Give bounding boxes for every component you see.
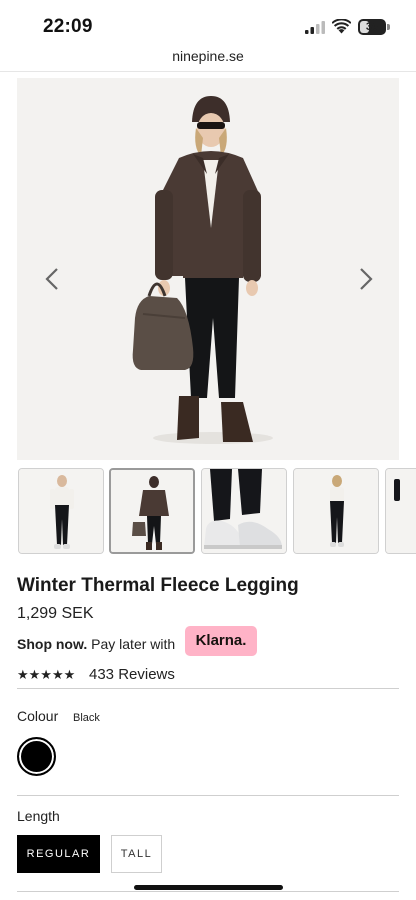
divider xyxy=(0,71,416,72)
product-title: Winter Thermal Fleece Legging xyxy=(17,575,299,596)
colour-swatch-black[interactable] xyxy=(17,737,56,776)
length-label: Length xyxy=(17,808,60,824)
url-text: ninepine.se xyxy=(172,48,244,64)
reviews-link[interactable]: 433 Reviews xyxy=(89,665,175,685)
wifi-icon xyxy=(332,19,351,34)
length-regular-button[interactable]: REGULAR xyxy=(17,835,100,873)
url-bar[interactable]: ninepine.se xyxy=(0,48,416,72)
colour-value: Black xyxy=(73,712,100,724)
thumbnail[interactable] xyxy=(293,468,379,554)
thumbnail[interactable] xyxy=(385,468,416,554)
home-indicator xyxy=(134,885,283,890)
signal-icon xyxy=(305,21,325,34)
thumbnail[interactable] xyxy=(201,468,287,554)
battery-icon: 36 xyxy=(358,19,390,35)
battery-level: 36 xyxy=(365,21,379,33)
thumbnail-selected[interactable] xyxy=(109,468,195,554)
status-time: 22:09 xyxy=(43,16,93,37)
product-hero-image[interactable] xyxy=(17,78,399,460)
model-photo xyxy=(17,78,399,460)
divider xyxy=(17,891,399,892)
divider xyxy=(17,795,399,796)
colour-label: Colour xyxy=(17,708,59,724)
klarna-badge[interactable]: Klarna. xyxy=(185,626,257,656)
chevron-left-icon[interactable] xyxy=(39,264,65,294)
length-tall-button[interactable]: TALL xyxy=(111,835,162,873)
klarna-shop-now: Shop now. xyxy=(17,636,88,652)
thumbnail[interactable] xyxy=(18,468,104,554)
thumbnail-strip xyxy=(17,467,416,555)
divider xyxy=(17,688,399,689)
klarna-promo: Shop now. Pay later with Klarna. xyxy=(17,626,257,656)
chevron-right-icon[interactable] xyxy=(353,264,379,294)
rating-stars: ★★★★★ xyxy=(17,667,76,682)
klarna-pay-later: Pay later with xyxy=(91,636,176,652)
status-bar: 22:09 36 xyxy=(0,0,416,48)
product-price: 1,299 SEK xyxy=(17,605,94,622)
